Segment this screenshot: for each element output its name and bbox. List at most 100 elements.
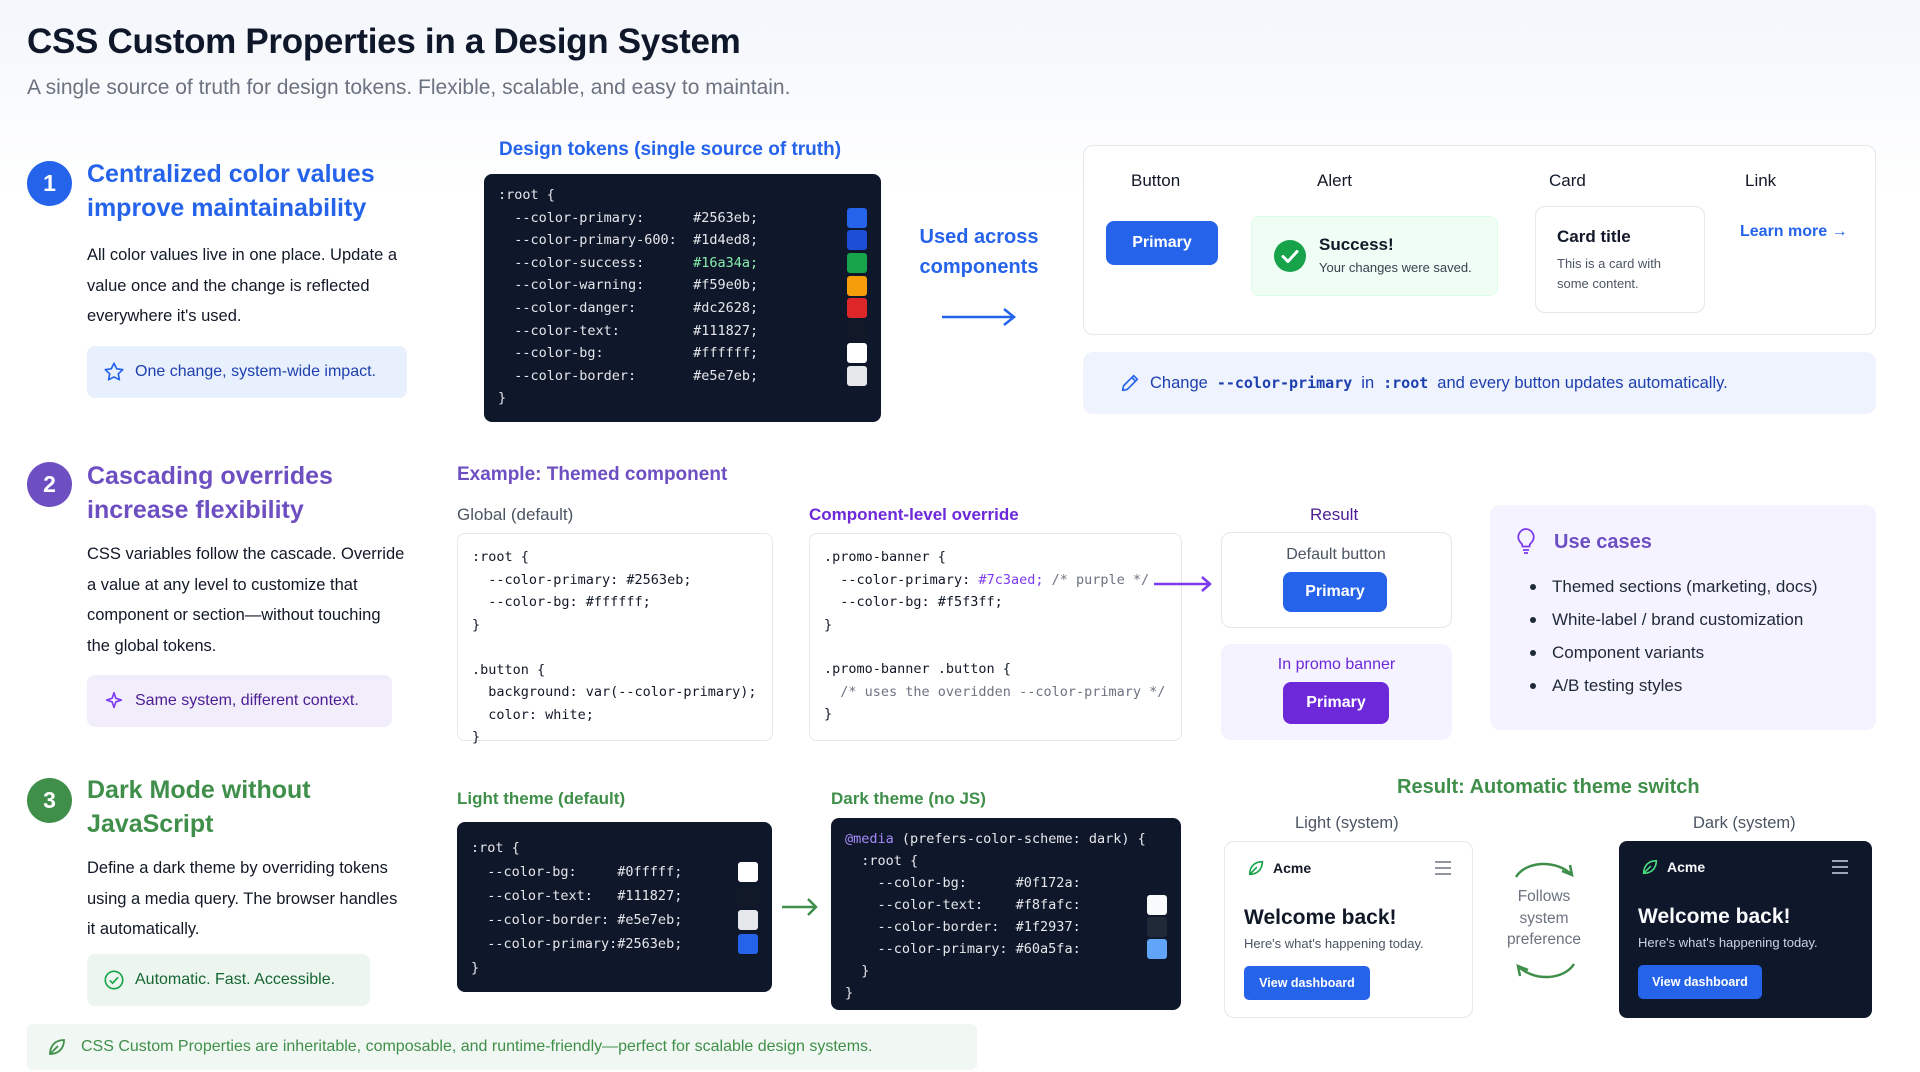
code-line: --color-bg: #f5f3ff; bbox=[824, 594, 1003, 610]
note-text: in bbox=[1361, 373, 1375, 392]
override-label: Component-level override bbox=[809, 505, 1019, 524]
token-name: --color-border: bbox=[471, 912, 610, 928]
code-line: } bbox=[498, 390, 507, 407]
token-value: #e5e7eb; bbox=[693, 367, 759, 384]
menu-icon[interactable] bbox=[1831, 859, 1849, 875]
token-name: --color-danger: bbox=[498, 299, 637, 316]
token-name: --color-warning: bbox=[498, 277, 645, 294]
cycle-arrow-icon bbox=[1516, 963, 1576, 979]
token-row: --color-border: #e5e7eb; bbox=[498, 365, 867, 388]
code-line: --color-primary: #7c3aed; /* purple */ bbox=[824, 569, 1167, 592]
promo-primary-button[interactable]: Primary bbox=[1283, 682, 1389, 724]
body-line: value once and the change is reflected bbox=[87, 276, 370, 295]
color-swatch bbox=[738, 910, 758, 930]
section-2-heading-line: Cascading overrides bbox=[87, 462, 333, 490]
light-theme-code: :rot { --color-bg: #0fffff; --color-text:… bbox=[457, 822, 772, 992]
token-value: #ffffff; bbox=[693, 345, 759, 362]
welcome-heading: Welcome back! bbox=[1638, 905, 1791, 928]
token-value: #0fffff; bbox=[617, 864, 683, 880]
code-line: .promo-banner { bbox=[824, 549, 946, 565]
token-name: --color-primary-600: bbox=[498, 232, 677, 249]
code-spacer bbox=[824, 636, 1167, 658]
callout-text: One change, system-wide impact. bbox=[135, 363, 376, 380]
follows-line: preference bbox=[1506, 931, 1582, 948]
step-badge-2: 2 bbox=[27, 462, 72, 507]
use-cases-panel: Use cases Themed sections (marketing, do… bbox=[1490, 505, 1876, 730]
lightbulb-icon bbox=[1517, 528, 1535, 554]
body-line: CSS variables follow the cascade. Overri… bbox=[87, 545, 405, 563]
pencil-icon bbox=[1121, 374, 1139, 392]
code-line: .promo-banner .button { bbox=[824, 661, 1011, 677]
token-name: --color-border: bbox=[498, 367, 637, 384]
section-3-callout: Automatic. Fast. Accessible. bbox=[87, 954, 370, 1006]
color-swatch bbox=[847, 275, 867, 296]
body-line: everywhere it's used. bbox=[87, 307, 242, 325]
menu-icon[interactable] bbox=[1434, 860, 1452, 876]
leaf-icon bbox=[1248, 860, 1264, 876]
token-row: --color-border: #e5e7eb; bbox=[471, 908, 758, 932]
section-1-callout: One change, system-wide impact. bbox=[87, 346, 407, 398]
color-swatch bbox=[738, 862, 758, 882]
color-swatch bbox=[847, 343, 867, 364]
tokens-code-block: :root { --color-primary: #2563eb; --color… bbox=[484, 174, 881, 422]
primary-button[interactable]: Primary bbox=[1106, 221, 1218, 265]
section-3-heading-line: Dark Mode without bbox=[87, 776, 311, 804]
token-name: --color-success: bbox=[498, 254, 645, 271]
token-name: --color-text: bbox=[471, 888, 593, 904]
token-row: --color-danger: #dc2628; bbox=[498, 297, 867, 320]
sample-card: Card title This is a card with some cont… bbox=[1535, 206, 1705, 313]
token-value: #0f172a: bbox=[1015, 875, 1081, 891]
token-value: #f8fafc: bbox=[1015, 897, 1081, 913]
dark-system-label: Dark (system) bbox=[1693, 814, 1796, 832]
section-2-callout: Same system, different context. bbox=[87, 675, 392, 727]
card-title: Card title bbox=[1557, 227, 1631, 246]
light-theme-label: Light theme (default) bbox=[457, 789, 626, 808]
step-badge-3: 3 bbox=[27, 778, 72, 823]
follows-system-label: Follows system preference bbox=[1494, 886, 1594, 951]
leaf-icon bbox=[1642, 859, 1658, 875]
token-row: --color-border: #1f2937: bbox=[845, 916, 1167, 938]
code-line: } bbox=[845, 963, 870, 979]
link-label: Link bbox=[1745, 171, 1777, 190]
note-code: :root bbox=[1383, 374, 1429, 392]
leaf-icon bbox=[49, 1039, 65, 1055]
code-line: } bbox=[824, 706, 833, 722]
section-2-heading: Cascading overrides increase flexibility bbox=[87, 459, 333, 527]
token-name: --color-bg: bbox=[471, 864, 577, 880]
view-dashboard-button[interactable]: View dashboard bbox=[1244, 966, 1370, 1000]
list-item: A/B testing styles bbox=[1530, 676, 1818, 696]
color-swatch bbox=[1147, 873, 1167, 893]
code-line: } bbox=[471, 960, 480, 976]
primary-change-note: Change --color-primary in :root and ever… bbox=[1083, 352, 1876, 414]
default-button-label: Default button bbox=[1286, 546, 1386, 563]
view-dashboard-button[interactable]: View dashboard bbox=[1638, 965, 1762, 999]
token-value: #2563eb; bbox=[617, 936, 683, 952]
learn-more-link[interactable]: Learn more → bbox=[1740, 223, 1848, 241]
section-2-heading-line: increase flexibility bbox=[87, 496, 304, 524]
cycle-arrow-icon bbox=[1514, 862, 1574, 878]
token-value: #60a5fa: bbox=[1015, 941, 1081, 957]
body-line: using a media query. The browser handles bbox=[87, 889, 398, 908]
used-across-label: Used across components bbox=[905, 222, 1053, 282]
check-circle-icon bbox=[1274, 240, 1306, 272]
token-value: #1d4ed8; bbox=[693, 232, 759, 249]
token-value: #2563eb; bbox=[693, 209, 759, 226]
body-line: All color values live in one place. Upda… bbox=[87, 246, 398, 264]
themed-label: Example: Themed component bbox=[457, 464, 728, 485]
alert-title: Success! bbox=[1319, 235, 1394, 254]
token-row: --color-primary: #2563eb; bbox=[471, 932, 758, 956]
used-line: components bbox=[919, 256, 1039, 278]
arrow-right-icon bbox=[942, 308, 1017, 326]
section-2-body: CSS variables follow the cascade. Overri… bbox=[87, 539, 422, 661]
global-code-block: :root { --color-primary: #2563eb; --colo… bbox=[457, 533, 773, 745]
callout-text: Automatic. Fast. Accessible. bbox=[135, 971, 336, 988]
default-primary-button[interactable]: Primary bbox=[1283, 572, 1387, 612]
follows-line: Follows bbox=[1517, 888, 1571, 905]
note-code: --color-primary bbox=[1216, 374, 1353, 392]
token-row: --color-bg: #0f172a: bbox=[845, 872, 1167, 894]
page-title: CSS Custom Properties in a Design System bbox=[27, 22, 741, 61]
code-comment: /* uses the overidden --color-primary */ bbox=[824, 683, 1166, 700]
code-line: :root { bbox=[498, 187, 555, 203]
token-row: --color-primary-600: #1d4ed8; bbox=[498, 229, 867, 252]
code-part: #7c3aed; bbox=[978, 571, 1044, 588]
